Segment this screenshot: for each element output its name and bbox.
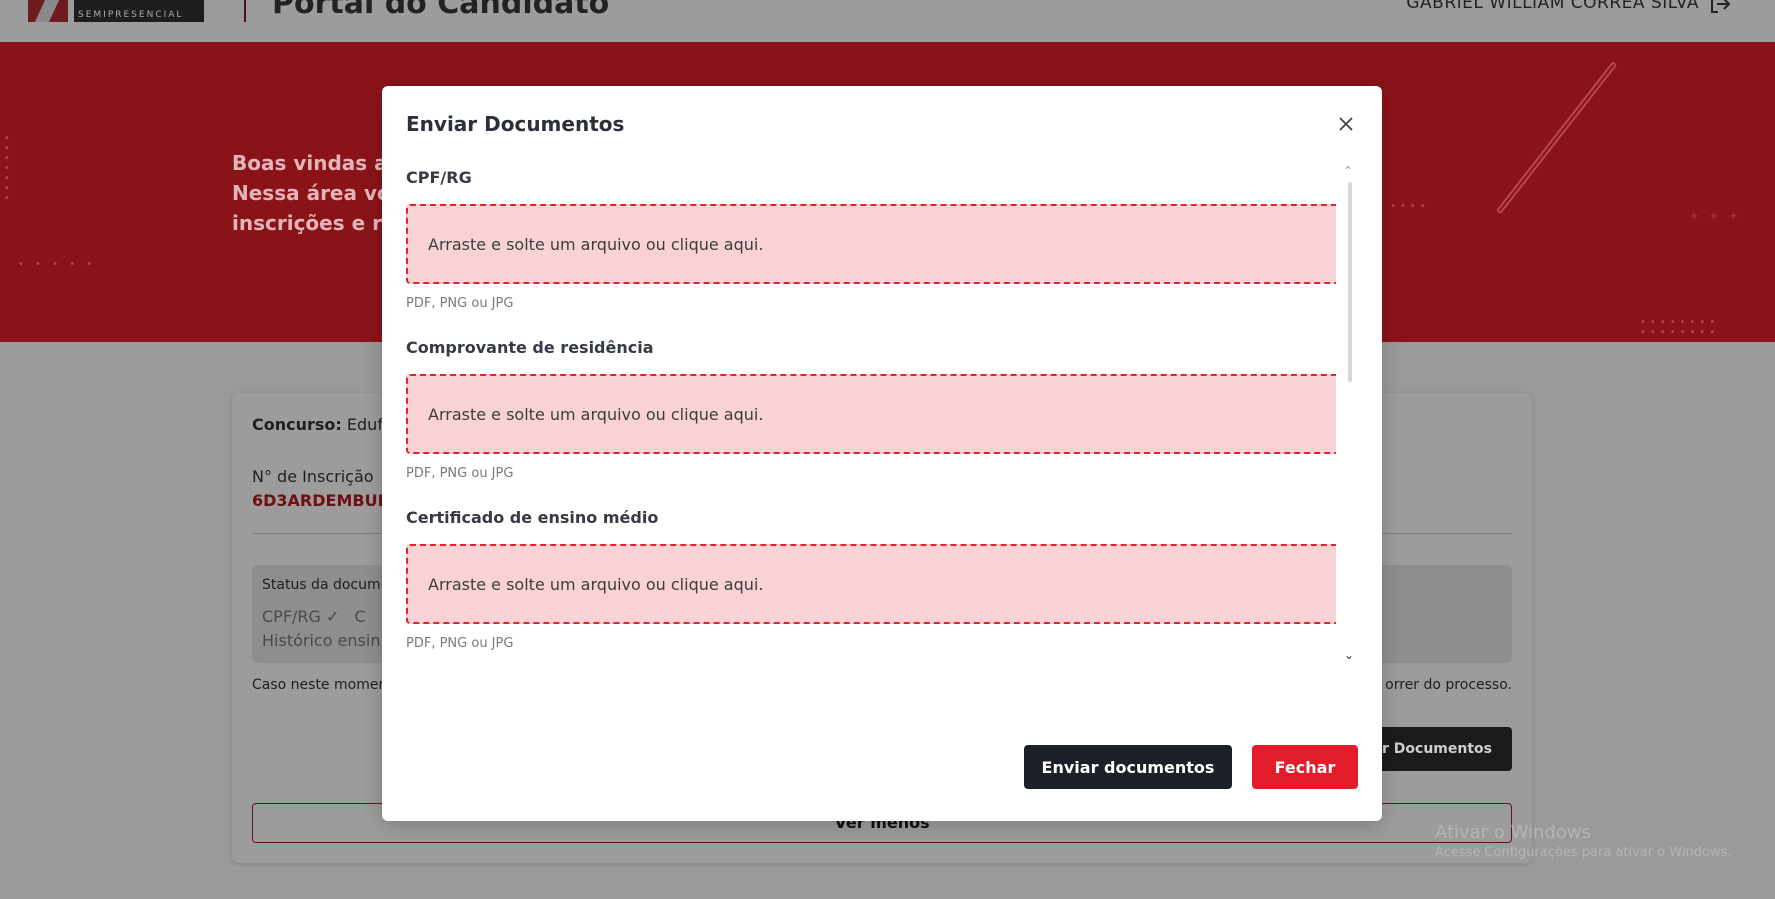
file-hint-certificado: PDF, PNG ou JPG — [406, 636, 514, 651]
hero-dots: • • • • • • • — [4, 133, 14, 204]
close-button[interactable]: Fechar — [1252, 745, 1358, 789]
scroll-up-icon[interactable]: ⌃ — [1343, 164, 1353, 178]
modal-title: Enviar Documentos — [406, 112, 625, 136]
send-documents-bg-button[interactable]: r Documentos — [1362, 727, 1512, 771]
send-documents-modal: Enviar Documentos CPF/RG Arraste e solte… — [382, 86, 1382, 821]
hero-dots: + + + — [1690, 211, 1742, 222]
modal-body[interactable]: CPF/RG Arraste e solte um arquivo ou cli… — [406, 168, 1336, 654]
inscription-label: N° de Inscrição — [252, 467, 374, 486]
dropzone-residencia[interactable]: Arraste e solte um arquivo ou clique aqu… — [406, 374, 1336, 454]
hero-dots: •••• — [1390, 201, 1430, 212]
status-item-next: C — [354, 607, 366, 626]
portal-title: Portal do Candidato — [272, 0, 610, 21]
scroll-down-icon[interactable]: ⌄ — [1344, 648, 1354, 662]
header-divider — [244, 0, 246, 22]
upload-field-certificado: Certificado de ensino médio Arraste e so… — [406, 508, 1336, 654]
hero-dots: •••••••• •••••••• — [1640, 317, 1720, 338]
status-item-cpf-label: CPF/RG — [262, 607, 321, 626]
watermark-subtitle: Acesse Configurações para ativar o Windo… — [1435, 845, 1732, 860]
inscription-value: 6D3ARDEMBUL — [252, 491, 388, 510]
field-label-residencia: Comprovante de residência — [406, 338, 654, 357]
logo-mark — [28, 0, 68, 22]
contest-label: Concurso: — [252, 415, 342, 434]
status-title: Status da docum — [262, 577, 381, 593]
contest-info: Concurso: Eduf — [252, 415, 383, 434]
dropzone-cpf[interactable]: Arraste e solte um arquivo ou clique aqu… — [406, 204, 1336, 284]
submit-documents-button[interactable]: Enviar documentos — [1024, 745, 1232, 789]
close-icon[interactable] — [1338, 116, 1354, 132]
upload-field-residencia: Comprovante de residência Arraste e solt… — [406, 338, 1336, 508]
contest-value: Eduf — [346, 415, 383, 434]
logo-text: SEMIPRESENCIAL — [74, 0, 204, 22]
edufor-logo: SEMIPRESENCIAL — [28, 0, 210, 22]
field-label-certificado: Certificado de ensino médio — [406, 508, 659, 527]
file-hint-cpf: PDF, PNG ou JPG — [406, 296, 514, 311]
top-navbar: SEMIPRESENCIAL Portal do Candidato GABRI… — [0, 0, 1775, 42]
upload-field-cpf: CPF/RG Arraste e solte um arquivo ou cli… — [406, 168, 1336, 338]
logout-icon[interactable] — [1709, 0, 1731, 14]
file-hint-residencia: PDF, PNG ou JPG — [406, 466, 514, 481]
note-left: Caso neste momen — [252, 677, 388, 693]
dropzone-certificado[interactable]: Arraste e solte um arquivo ou clique aqu… — [406, 544, 1336, 624]
scrollbar-thumb[interactable] — [1348, 182, 1352, 382]
note-right: orrer do processo. — [1385, 677, 1512, 693]
status-item-historico: Histórico ensin — [262, 631, 381, 650]
hero-decoration-line — [1495, 61, 1618, 215]
status-item-cpf: CPF/RG ✓ C — [262, 607, 366, 626]
watermark-title: Ativar o Windows — [1435, 822, 1591, 843]
check-circle-icon: ✓ — [326, 607, 340, 626]
windows-activation-watermark: Ativar o Windows Acesse Configurações pa… — [1435, 822, 1731, 860]
hero-dots: • • • • • — [18, 259, 97, 270]
field-label-cpf: CPF/RG — [406, 168, 472, 187]
user-name[interactable]: GABRIEL WILLIAM CORREA SILVA — [1406, 0, 1699, 13]
